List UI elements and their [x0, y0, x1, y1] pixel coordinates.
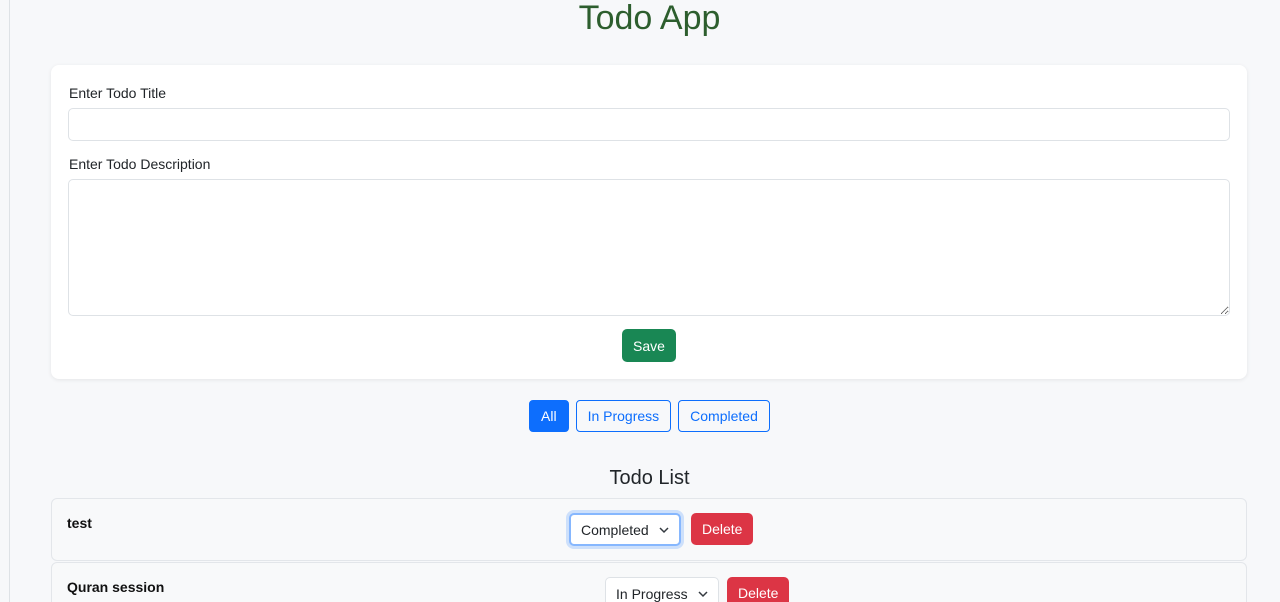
- filter-group: All In Progress Completed: [529, 400, 770, 432]
- filter-in-progress-button[interactable]: In Progress: [575, 400, 672, 432]
- todo-item: Quran session In Progress Delete: [51, 562, 1247, 602]
- todo-list-heading: Todo List: [609, 467, 690, 489]
- filter-completed-button[interactable]: Completed: [678, 400, 770, 432]
- status-select[interactable]: Completed: [569, 513, 681, 546]
- todo-item-title: test: [67, 515, 92, 531]
- page: Todo App Enter Todo Title Enter Todo Des…: [9, 0, 1280, 602]
- chevron-down-icon: [659, 526, 669, 533]
- description-label: Enter Todo Description: [69, 156, 211, 172]
- todo-item: test Completed Delete: [51, 498, 1247, 561]
- title-input[interactable]: [68, 108, 1230, 141]
- status-select-value: In Progress: [616, 585, 688, 602]
- description-input[interactable]: [68, 179, 1230, 316]
- delete-button[interactable]: Delete: [691, 513, 754, 545]
- status-select-value: Completed: [581, 521, 649, 538]
- chevron-down-icon: [698, 590, 708, 597]
- todo-item-title: Quran session: [67, 579, 165, 595]
- delete-button[interactable]: Delete: [727, 577, 790, 602]
- status-select[interactable]: In Progress: [605, 577, 719, 602]
- app-title: Todo App: [578, 0, 721, 37]
- save-button[interactable]: Save: [622, 329, 676, 362]
- filter-all-button[interactable]: All: [529, 400, 569, 432]
- todo-form-card: Enter Todo Title Enter Todo Description …: [51, 65, 1247, 379]
- title-label: Enter Todo Title: [69, 85, 167, 101]
